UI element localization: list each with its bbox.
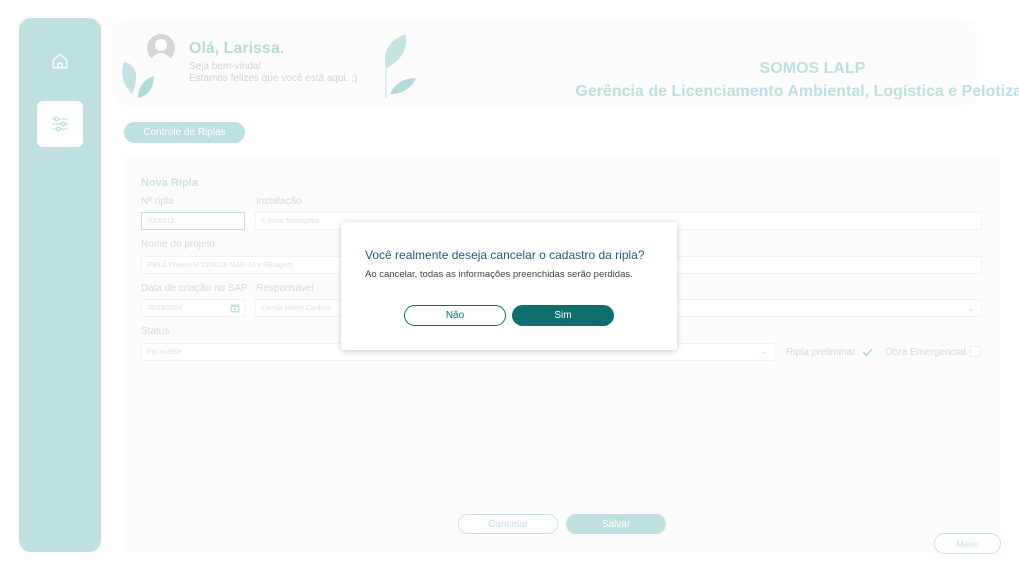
dialog-title: Você realmente deseja cancelar o cadastr… [365,248,645,262]
dialog-no-button[interactable]: Não [404,305,506,326]
dialog-message: Ao cancelar, todas as informações preenc… [365,269,633,280]
cancel-confirmation-dialog: Você realmente deseja cancelar o cadastr… [341,222,677,350]
dialog-yes-button[interactable]: Sim [512,305,614,326]
